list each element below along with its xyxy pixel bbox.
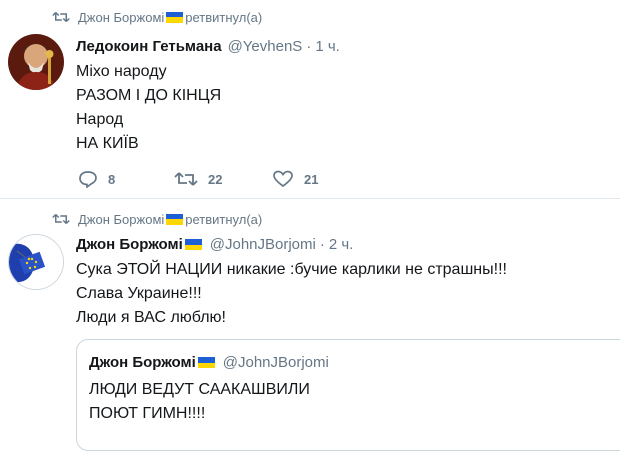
- tweet-header: Ледокоин Гетьмана @YevhenS · 1 ч.: [76, 38, 340, 55]
- separator: ·: [319, 236, 325, 253]
- quoted-author-handle[interactable]: @JohnJBorjomi: [223, 354, 329, 371]
- avatar[interactable]: [8, 234, 64, 290]
- ukraine-flag-icon: [166, 213, 184, 225]
- separator: ·: [306, 38, 312, 55]
- reply-count: 8: [108, 171, 116, 187]
- author-name[interactable]: Джон Боржомі: [76, 236, 183, 253]
- eu-flag-avatar-icon: [9, 235, 63, 289]
- tweet-text-line: РАЗОМ І ДО КІНЦЯ: [76, 87, 222, 104]
- tweet-1[interactable]: Джон Боржомі ретвитнул(а) Ледокоин Гетьм…: [0, 0, 620, 200]
- tweet-divider: [0, 198, 620, 199]
- retweet-icon: [52, 11, 70, 23]
- retweet-suffix: ретвитнул(а): [185, 9, 263, 25]
- quoted-text-line: ПОЮТ ГИМН!!!!: [89, 405, 206, 422]
- heart-icon: [273, 170, 293, 188]
- retweeter-name[interactable]: Джон Боржомі: [78, 212, 164, 227]
- tweet-header: Джон Боржомі @JohnJBorjomi · 2 ч.: [76, 236, 353, 253]
- ukraine-flag-icon: [184, 239, 202, 250]
- tweet-text-line: Сука ЭТОЙ НАЦИИ никакие :бучие карлики н…: [76, 261, 507, 278]
- tweet-actions: 8 22 21: [78, 170, 318, 188]
- retweet-context: Джон Боржомі ретвитнул(а): [52, 8, 262, 26]
- quoted-author-name[interactable]: Джон Боржомі: [89, 354, 196, 371]
- author-handle[interactable]: @YevhenS: [228, 38, 303, 55]
- author-handle[interactable]: @JohnJBorjomi: [210, 236, 316, 253]
- hetman-portrait-icon: [8, 34, 64, 90]
- retweet-icon: [52, 213, 70, 225]
- quoted-tweet[interactable]: Джон Боржомі @JohnJBorjomi ЛЮДИ ВЕДУТ СА…: [76, 339, 620, 451]
- author-name[interactable]: Ледокоин Гетьмана: [76, 38, 222, 55]
- retweet-suffix: ретвитнул(а): [185, 211, 263, 227]
- tweet-text-line: Міхо народу: [76, 63, 167, 80]
- ukraine-flag-icon: [197, 357, 215, 368]
- ukraine-flag-icon: [166, 11, 184, 23]
- retweet-button[interactable]: 22: [174, 170, 272, 188]
- tweet-text-line: НА КИЇВ: [76, 135, 139, 152]
- retweet-count: 22: [208, 171, 223, 187]
- quoted-tweet-header: Джон Боржомі @JohnJBorjomi: [89, 354, 329, 371]
- like-button[interactable]: 21: [272, 170, 318, 188]
- retweet-icon: [174, 172, 198, 186]
- reply-button[interactable]: 8: [78, 170, 174, 188]
- avatar[interactable]: [8, 34, 64, 90]
- quoted-text-line: ЛЮДИ ВЕДУТ СААКАШВИЛИ: [89, 381, 310, 398]
- tweet-text-line: Слава Украине!!!: [76, 285, 202, 302]
- reply-icon: [79, 171, 97, 188]
- retweet-context: Джон Боржомі ретвитнул(а): [52, 210, 262, 228]
- like-count: 21: [304, 171, 319, 187]
- tweet-text-line: Народ: [76, 111, 124, 128]
- timestamp[interactable]: 1 ч.: [315, 38, 340, 55]
- tweet-2[interactable]: Джон Боржомі ретвитнул(а) Джон Боржомі @…: [0, 200, 620, 451]
- tweet-text-line: Люди я ВАС люблю!: [76, 309, 226, 326]
- timestamp[interactable]: 2 ч.: [329, 236, 354, 253]
- retweeter-name[interactable]: Джон Боржомі: [78, 10, 164, 25]
